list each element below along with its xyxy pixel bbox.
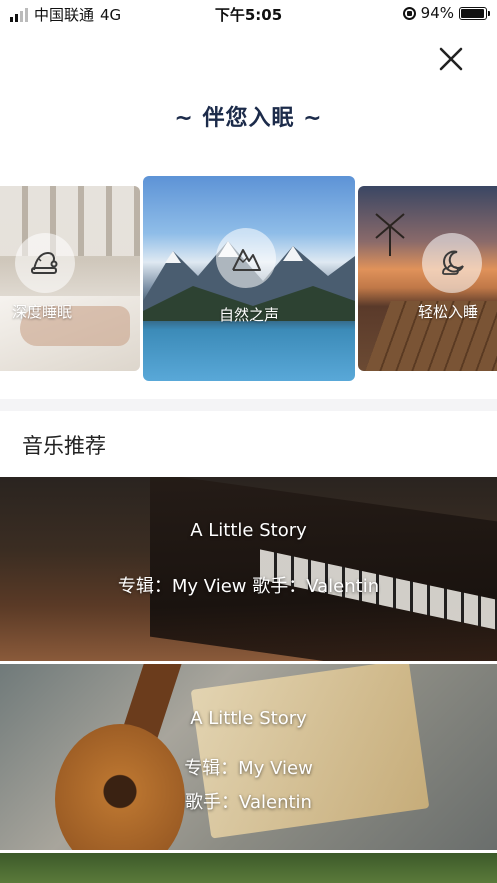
moon-cloud-icon — [422, 233, 482, 293]
sleep-cap-icon — [15, 233, 75, 293]
section-title: 音乐推荐 — [22, 434, 106, 458]
rotation-lock-icon — [402, 6, 416, 20]
music-album: 专辑：My View — [184, 758, 313, 779]
status-right: 94% — [402, 4, 490, 22]
close-button[interactable] — [436, 44, 466, 74]
section-divider — [0, 399, 497, 411]
category-card-deep-sleep[interactable]: 深度睡眠 — [0, 186, 140, 371]
music-item[interactable]: A Little Story 专辑：My View 歌手：Valentin — [0, 477, 497, 661]
music-info: 专辑：My View 歌手：Valentin — [117, 576, 380, 597]
mountain-icon — [216, 228, 276, 288]
music-item[interactable] — [0, 853, 497, 883]
battery-percent: 94% — [420, 4, 454, 22]
battery-fill — [461, 8, 484, 18]
music-title: A Little Story — [190, 520, 307, 541]
music-title: A Little Story — [190, 708, 307, 729]
category-label: 轻松入睡 — [418, 303, 479, 321]
windmill-decor — [375, 213, 405, 256]
music-cover — [0, 853, 497, 883]
battery-icon — [459, 6, 490, 20]
page-title: ~ 伴您入眠 ~ — [174, 106, 323, 131]
category-label: 深度睡眠 — [12, 303, 73, 321]
category-card-easy-sleep[interactable]: 轻松入睡 — [358, 186, 497, 371]
music-item[interactable]: A Little Story 专辑：My View 歌手：Valentin — [0, 664, 497, 850]
category-card-nature-sounds[interactable]: 自然之声 — [143, 176, 355, 381]
status-bar: 中国联通 4G 下午5:05 94% — [0, 0, 497, 28]
close-icon — [439, 47, 463, 71]
category-label: 自然之声 — [218, 306, 279, 324]
music-singer: 歌手：Valentin — [185, 792, 312, 813]
